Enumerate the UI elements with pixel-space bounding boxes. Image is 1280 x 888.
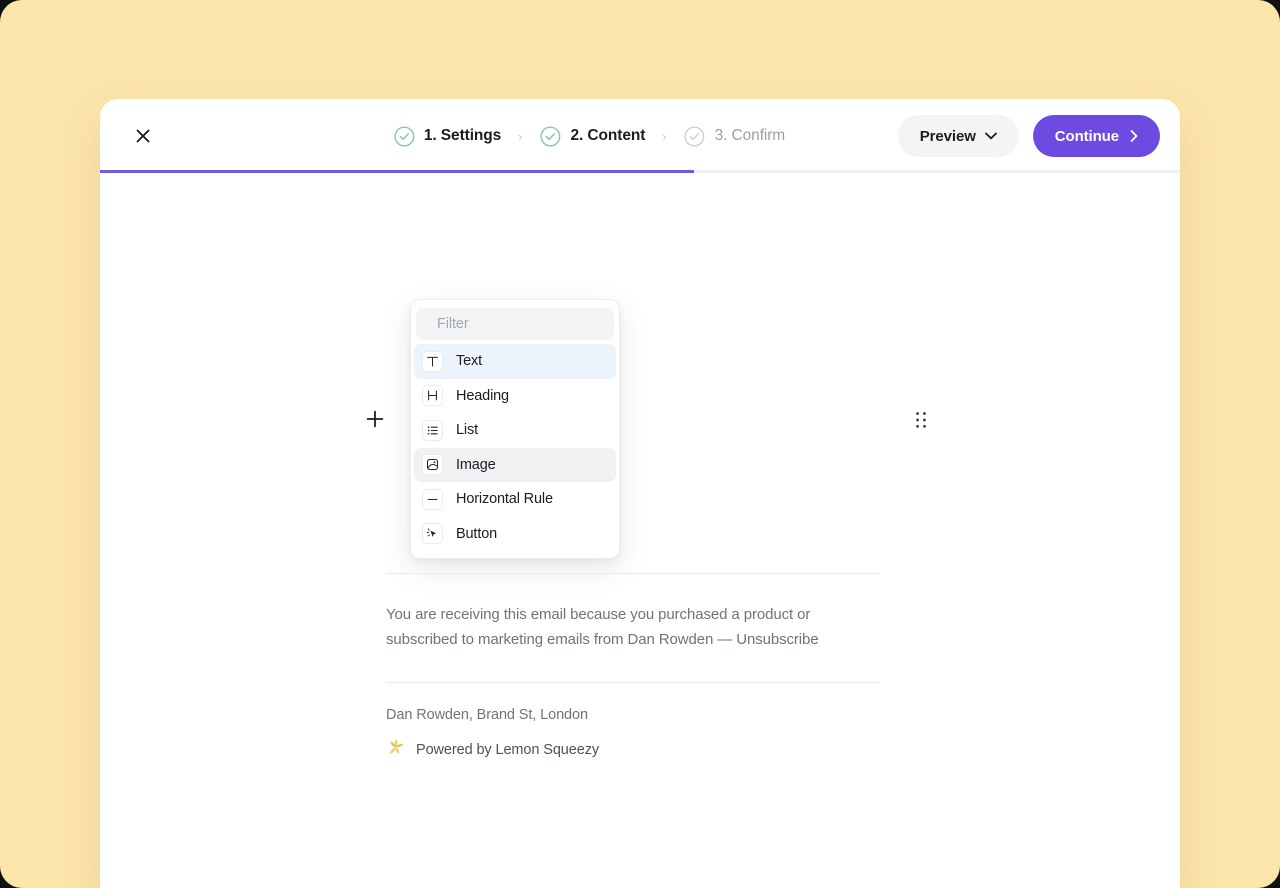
step-progress-indicator: 1. Settings › 2. Content ›: [391, 121, 787, 151]
email-footer-block: You are receiving this email because you…: [386, 573, 880, 762]
modal-body: Text Heading: [100, 173, 1180, 888]
page-root: 1. Settings › 2. Content ›: [0, 0, 1280, 888]
block-option-list[interactable]: List: [414, 413, 616, 448]
block-option-heading[interactable]: Heading: [414, 379, 616, 414]
step-content-label: 2. Content: [571, 127, 646, 145]
block-option-horizontal-rule-label: Horizontal Rule: [456, 491, 553, 507]
block-option-text-label: Text: [456, 353, 482, 369]
close-button[interactable]: [126, 119, 160, 153]
add-block-button[interactable]: [362, 406, 388, 432]
heading-icon: [422, 385, 443, 406]
step-content[interactable]: 2. Content: [538, 121, 648, 151]
continue-button[interactable]: Continue: [1033, 115, 1160, 157]
step-complete-icon: [540, 125, 562, 147]
button-icon: [422, 523, 443, 544]
unsubscribe-link[interactable]: Unsubscribe: [736, 631, 818, 648]
list-icon: [422, 420, 443, 441]
powered-by-label: Powered by Lemon Squeezy: [416, 742, 599, 758]
step-settings[interactable]: 1. Settings: [391, 121, 503, 151]
step-confirm-label: 3. Confirm: [715, 127, 786, 145]
step-confirm[interactable]: 3. Confirm: [682, 121, 788, 151]
block-filter-input[interactable]: [437, 316, 620, 332]
footer-address-text: Dan Rowden, Brand St, London: [386, 683, 880, 723]
block-option-horizontal-rule[interactable]: Horizontal Rule: [414, 482, 616, 517]
block-option-text[interactable]: Text: [414, 344, 616, 379]
image-icon: [422, 454, 443, 475]
block-option-heading-label: Heading: [456, 388, 509, 404]
step-settings-label: 1. Settings: [424, 127, 501, 145]
block-filter-row[interactable]: [416, 308, 614, 340]
close-icon: [134, 127, 152, 145]
drag-dots-icon: [915, 411, 927, 429]
block-option-button-label: Button: [456, 526, 497, 542]
chevron-right-icon: [1130, 130, 1138, 142]
block-type-picker: Text Heading: [410, 299, 620, 559]
block-option-list-label: List: [456, 422, 478, 438]
lemon-squeezy-logo-icon: [386, 737, 406, 762]
continue-button-label: Continue: [1055, 128, 1119, 145]
modal-header: 1. Settings › 2. Content ›: [100, 99, 1180, 173]
preview-button[interactable]: Preview: [898, 115, 1019, 157]
block-drag-handle[interactable]: [910, 407, 932, 433]
step-pending-icon: [684, 125, 706, 147]
step-separator-1: ›: [503, 129, 537, 144]
plus-icon: [365, 409, 385, 429]
footer-legal-text: You are receiving this email because you…: [386, 574, 880, 682]
step-separator-2: ›: [647, 129, 681, 144]
email-canvas: Text Heading: [100, 173, 1180, 888]
step-complete-icon: [393, 125, 415, 147]
block-option-image[interactable]: Image: [414, 448, 616, 483]
campaign-editor-modal: 1. Settings › 2. Content ›: [100, 99, 1180, 888]
horizontal-rule-icon: [422, 489, 443, 510]
chevron-down-icon: [985, 132, 997, 140]
preview-button-label: Preview: [920, 128, 976, 145]
block-option-button[interactable]: Button: [414, 517, 616, 552]
block-option-image-label: Image: [456, 457, 496, 473]
powered-by-row: Powered by Lemon Squeezy: [386, 723, 880, 762]
header-actions: Preview Continue: [898, 115, 1160, 157]
text-icon: [422, 351, 443, 372]
